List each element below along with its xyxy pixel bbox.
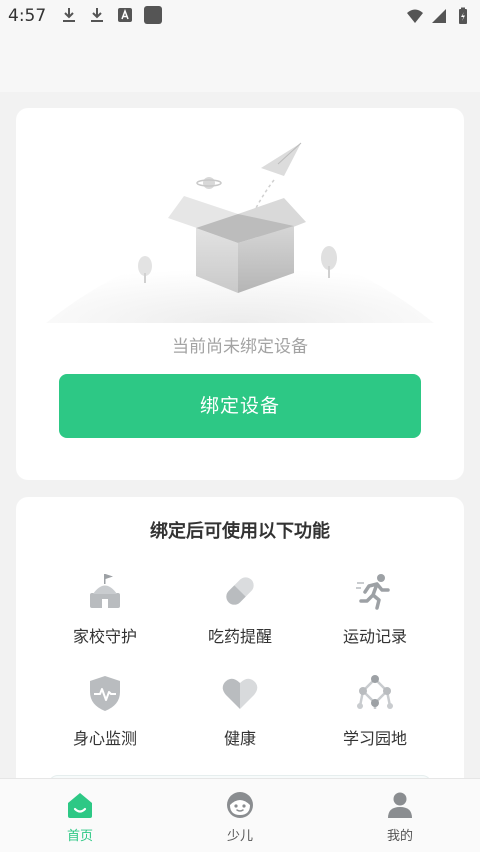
- feature-school-guard[interactable]: 家校守护: [45, 571, 165, 661]
- top-bar: [0, 32, 480, 92]
- bind-device-card: 当前尚未绑定设备 绑定设备: [16, 108, 464, 480]
- pill-icon: [226, 577, 254, 605]
- feature-label: 吃药提醒: [207, 627, 272, 646]
- tab-label: 首页: [66, 829, 93, 844]
- tab-label: 少儿: [226, 829, 253, 844]
- bottom-tab-bar: 首页 少儿 我的: [0, 778, 480, 852]
- tab-label: 我的: [386, 829, 413, 844]
- feature-exercise-record[interactable]: 运动记录: [315, 571, 435, 661]
- feature-mind-body-monitor[interactable]: 身心监测: [45, 673, 165, 763]
- download-icon: [63, 8, 75, 22]
- font-icon: [118, 8, 132, 22]
- feature-learning-garden[interactable]: 学习园地: [315, 673, 435, 763]
- wifi-icon: [407, 9, 423, 23]
- bind-device-button[interactable]: 绑定设备: [59, 374, 421, 438]
- status-time: 4:57: [8, 6, 47, 26]
- square-app-icon: [144, 6, 162, 24]
- feature-label: 学习园地: [342, 729, 407, 748]
- running-icon: [356, 574, 390, 610]
- signal-icon: [432, 9, 446, 23]
- tab-mine[interactable]: 我的: [360, 779, 440, 852]
- molecule-icon: [357, 675, 393, 709]
- shield-heartbeat-icon: [90, 676, 120, 711]
- feature-label: 健康: [223, 729, 256, 748]
- child-face-icon: [227, 792, 253, 818]
- feature-label: 运动记录: [342, 627, 407, 646]
- features-title: 绑定后可使用以下功能: [150, 521, 330, 542]
- no-device-text: 当前尚未绑定设备: [172, 337, 308, 357]
- system-icons: [406, 7, 472, 25]
- feature-health[interactable]: 健康: [180, 673, 300, 763]
- status-bar: 4:57: [0, 0, 480, 32]
- tab-home[interactable]: 首页: [40, 779, 120, 852]
- person-icon: [388, 792, 412, 818]
- features-card: 绑定后可使用以下功能 家校守护 吃药提醒 运动记录 身心监测 健康 学习园地: [16, 497, 464, 797]
- school-icon: [90, 574, 120, 608]
- tab-children[interactable]: 少儿: [200, 779, 280, 852]
- feature-label: 身心监测: [72, 729, 137, 748]
- battery-icon: [459, 7, 467, 24]
- notification-icons: [60, 6, 162, 24]
- feature-label: 家校守护: [72, 627, 137, 646]
- feature-pill-reminder[interactable]: 吃药提醒: [180, 571, 300, 661]
- download-icon: [91, 8, 103, 22]
- heart-icon: [222, 678, 258, 709]
- home-icon: [68, 793, 92, 818]
